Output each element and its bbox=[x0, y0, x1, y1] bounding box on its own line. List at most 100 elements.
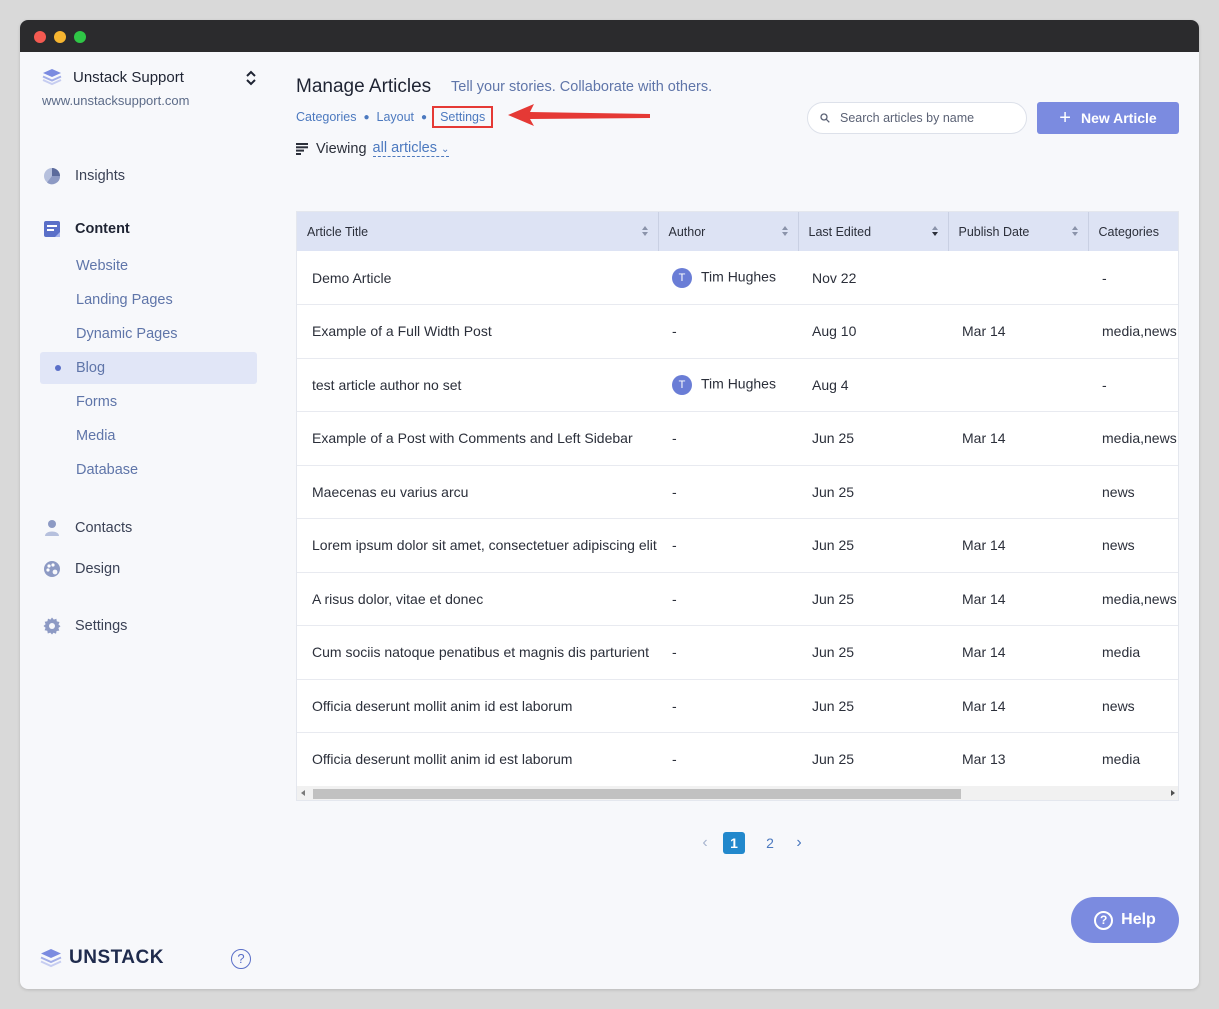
sidebar-item-blog[interactable]: Blog bbox=[40, 352, 257, 384]
account-switcher[interactable]: Unstack Support www.unstacksupport.com bbox=[42, 68, 257, 108]
cell-categories: media bbox=[1102, 644, 1141, 661]
viewing-dropdown[interactable]: all articles ⌄ bbox=[372, 140, 450, 157]
cell-categories: news bbox=[1102, 483, 1135, 500]
page-subtitle: Tell your stories. Collaborate with othe… bbox=[451, 79, 713, 95]
nav-design-label: Design bbox=[75, 561, 121, 577]
help-question-icon[interactable]: ? bbox=[231, 949, 251, 969]
table-row[interactable]: test article author no set T Tim Hughes A… bbox=[297, 358, 1178, 412]
cell-last-edited: Jun 25 bbox=[812, 590, 855, 607]
table-row[interactable]: Example of a Full Width Post - Aug 10 Ma… bbox=[297, 305, 1178, 359]
subnav-layout-link[interactable]: Layout bbox=[377, 110, 415, 124]
cell-last-edited: Jun 25 bbox=[812, 644, 855, 661]
cell-publish-date bbox=[948, 358, 1088, 412]
page-1-button[interactable]: 1 bbox=[723, 832, 745, 854]
nav-content[interactable]: Content bbox=[42, 219, 130, 239]
stack-logo-icon bbox=[40, 949, 62, 968]
chevron-left-icon[interactable]: ‹ bbox=[694, 834, 716, 852]
stack-logo-icon bbox=[42, 69, 62, 86]
cell-author: - bbox=[672, 590, 677, 607]
nav-contacts[interactable]: Contacts bbox=[42, 518, 132, 538]
cell-author: - bbox=[672, 751, 677, 768]
column-header-last-edited[interactable]: Last Edited bbox=[798, 212, 949, 251]
nav-design[interactable]: Design bbox=[42, 559, 120, 579]
cell-title[interactable]: A risus dolor, vitae et donec bbox=[297, 572, 658, 626]
table-row[interactable]: Example of a Post with Comments and Left… bbox=[297, 412, 1178, 466]
cell-title[interactable]: Example of a Full Width Post bbox=[297, 305, 658, 359]
sort-icon[interactable] bbox=[1071, 226, 1078, 236]
author-name: Tim Hughes bbox=[701, 268, 776, 285]
table-row[interactable]: Officia deserunt mollit anim id est labo… bbox=[297, 733, 1178, 787]
column-header-publish-date[interactable]: Publish Date bbox=[948, 212, 1089, 251]
table-row[interactable]: Maecenas eu varius arcu - Jun 25 news bbox=[297, 465, 1178, 519]
main-content: Manage Articles Tell your stories. Colla… bbox=[296, 52, 1199, 989]
cell-title[interactable]: Lorem ipsum dolor sit amet, consectetuer… bbox=[297, 519, 658, 573]
page-2-button[interactable]: 2 bbox=[759, 832, 781, 854]
cell-title[interactable]: Officia deserunt mollit anim id est labo… bbox=[297, 733, 658, 787]
cell-author: - bbox=[672, 430, 677, 447]
chevron-right-icon[interactable]: › bbox=[788, 834, 810, 852]
sidebar: Unstack Support www.unstacksupport.com I… bbox=[20, 52, 276, 989]
unstack-logo: UNSTACK bbox=[40, 947, 164, 969]
cell-title[interactable]: test article author no set bbox=[297, 358, 658, 412]
sub-navigation: Categories ● Layout ● Settings bbox=[296, 106, 494, 128]
sidebar-item-database[interactable]: Database bbox=[40, 454, 257, 486]
nav-settings[interactable]: Settings bbox=[42, 616, 127, 636]
cell-author: - bbox=[672, 644, 677, 661]
table-row[interactable]: Demo Article T Tim Hughes Nov 22 - bbox=[297, 251, 1178, 305]
viewing-dropdown-value: all articles bbox=[372, 140, 437, 156]
horizontal-scrollbar[interactable] bbox=[297, 786, 1178, 800]
sidebar-item-landing-pages[interactable]: Landing Pages bbox=[40, 284, 257, 316]
sort-desc-icon[interactable] bbox=[931, 226, 938, 236]
sort-icon[interactable] bbox=[781, 226, 788, 236]
cell-publish-date: Mar 14 bbox=[962, 537, 1006, 554]
search-input[interactable] bbox=[840, 111, 1010, 125]
search-box[interactable] bbox=[807, 102, 1027, 134]
nav-insights[interactable]: Insights bbox=[42, 166, 125, 186]
scroll-right-icon[interactable] bbox=[1171, 790, 1175, 796]
column-header-author[interactable]: Author bbox=[658, 212, 799, 251]
subnav-categories-link[interactable]: Categories bbox=[296, 110, 356, 124]
table-row[interactable]: Cum sociis natoque penatibus et magnis d… bbox=[297, 626, 1178, 680]
chevron-up-down-icon[interactable] bbox=[245, 70, 257, 86]
cell-last-edited: Jun 25 bbox=[812, 697, 855, 714]
subnav-settings-link[interactable]: Settings bbox=[432, 106, 494, 128]
plus-icon: + bbox=[1059, 107, 1071, 129]
table-row[interactable]: Lorem ipsum dolor sit amet, consectetuer… bbox=[297, 519, 1178, 573]
minimize-window-button[interactable] bbox=[54, 31, 66, 43]
cell-title[interactable]: Officia deserunt mollit anim id est labo… bbox=[297, 679, 658, 733]
cell-categories: media,news bbox=[1102, 590, 1177, 607]
search-icon bbox=[820, 113, 830, 123]
pagination: ‹ 1 2 › bbox=[694, 832, 810, 854]
scroll-left-icon[interactable] bbox=[301, 790, 305, 796]
maximize-window-button[interactable] bbox=[74, 31, 86, 43]
cell-author: - bbox=[672, 323, 677, 340]
scrollbar-thumb[interactable] bbox=[313, 789, 961, 799]
cell-author: - bbox=[672, 697, 677, 714]
cell-last-edited: Aug 4 bbox=[812, 376, 849, 393]
column-header-label: Author bbox=[668, 224, 706, 239]
column-header-categories[interactable]: Categories bbox=[1088, 212, 1178, 251]
cell-title[interactable]: Demo Article bbox=[297, 251, 658, 305]
cell-categories: media bbox=[1102, 751, 1141, 768]
table-row[interactable]: A risus dolor, vitae et donec - Jun 25 M… bbox=[297, 572, 1178, 626]
cell-title[interactable]: Example of a Post with Comments and Left… bbox=[297, 412, 658, 466]
cell-title[interactable]: Cum sociis natoque penatibus et magnis d… bbox=[297, 626, 658, 680]
cell-title[interactable]: Maecenas eu varius arcu bbox=[297, 465, 658, 519]
column-header-label: Article Title bbox=[307, 224, 369, 239]
sidebar-item-media[interactable]: Media bbox=[40, 420, 257, 452]
cell-publish-date: Mar 13 bbox=[962, 751, 1006, 768]
table-row[interactable]: Officia deserunt mollit anim id est labo… bbox=[297, 679, 1178, 733]
sidebar-item-dynamic-pages[interactable]: Dynamic Pages bbox=[40, 318, 257, 350]
sidebar-item-website[interactable]: Website bbox=[40, 250, 257, 282]
close-window-button[interactable] bbox=[34, 31, 46, 43]
new-article-button[interactable]: + New Article bbox=[1037, 102, 1179, 134]
cell-author: - bbox=[672, 537, 677, 554]
avatar: T bbox=[672, 267, 692, 288]
sidebar-item-forms[interactable]: Forms bbox=[40, 386, 257, 418]
sort-icon[interactable] bbox=[641, 226, 648, 236]
help-button[interactable]: ? Help bbox=[1071, 897, 1179, 943]
viewing-label: Viewing bbox=[316, 140, 367, 157]
column-header-article-title[interactable]: Article Title bbox=[297, 212, 659, 251]
cell-categories: media,news bbox=[1102, 430, 1177, 447]
app-window: Unstack Support www.unstacksupport.com I… bbox=[20, 20, 1199, 989]
